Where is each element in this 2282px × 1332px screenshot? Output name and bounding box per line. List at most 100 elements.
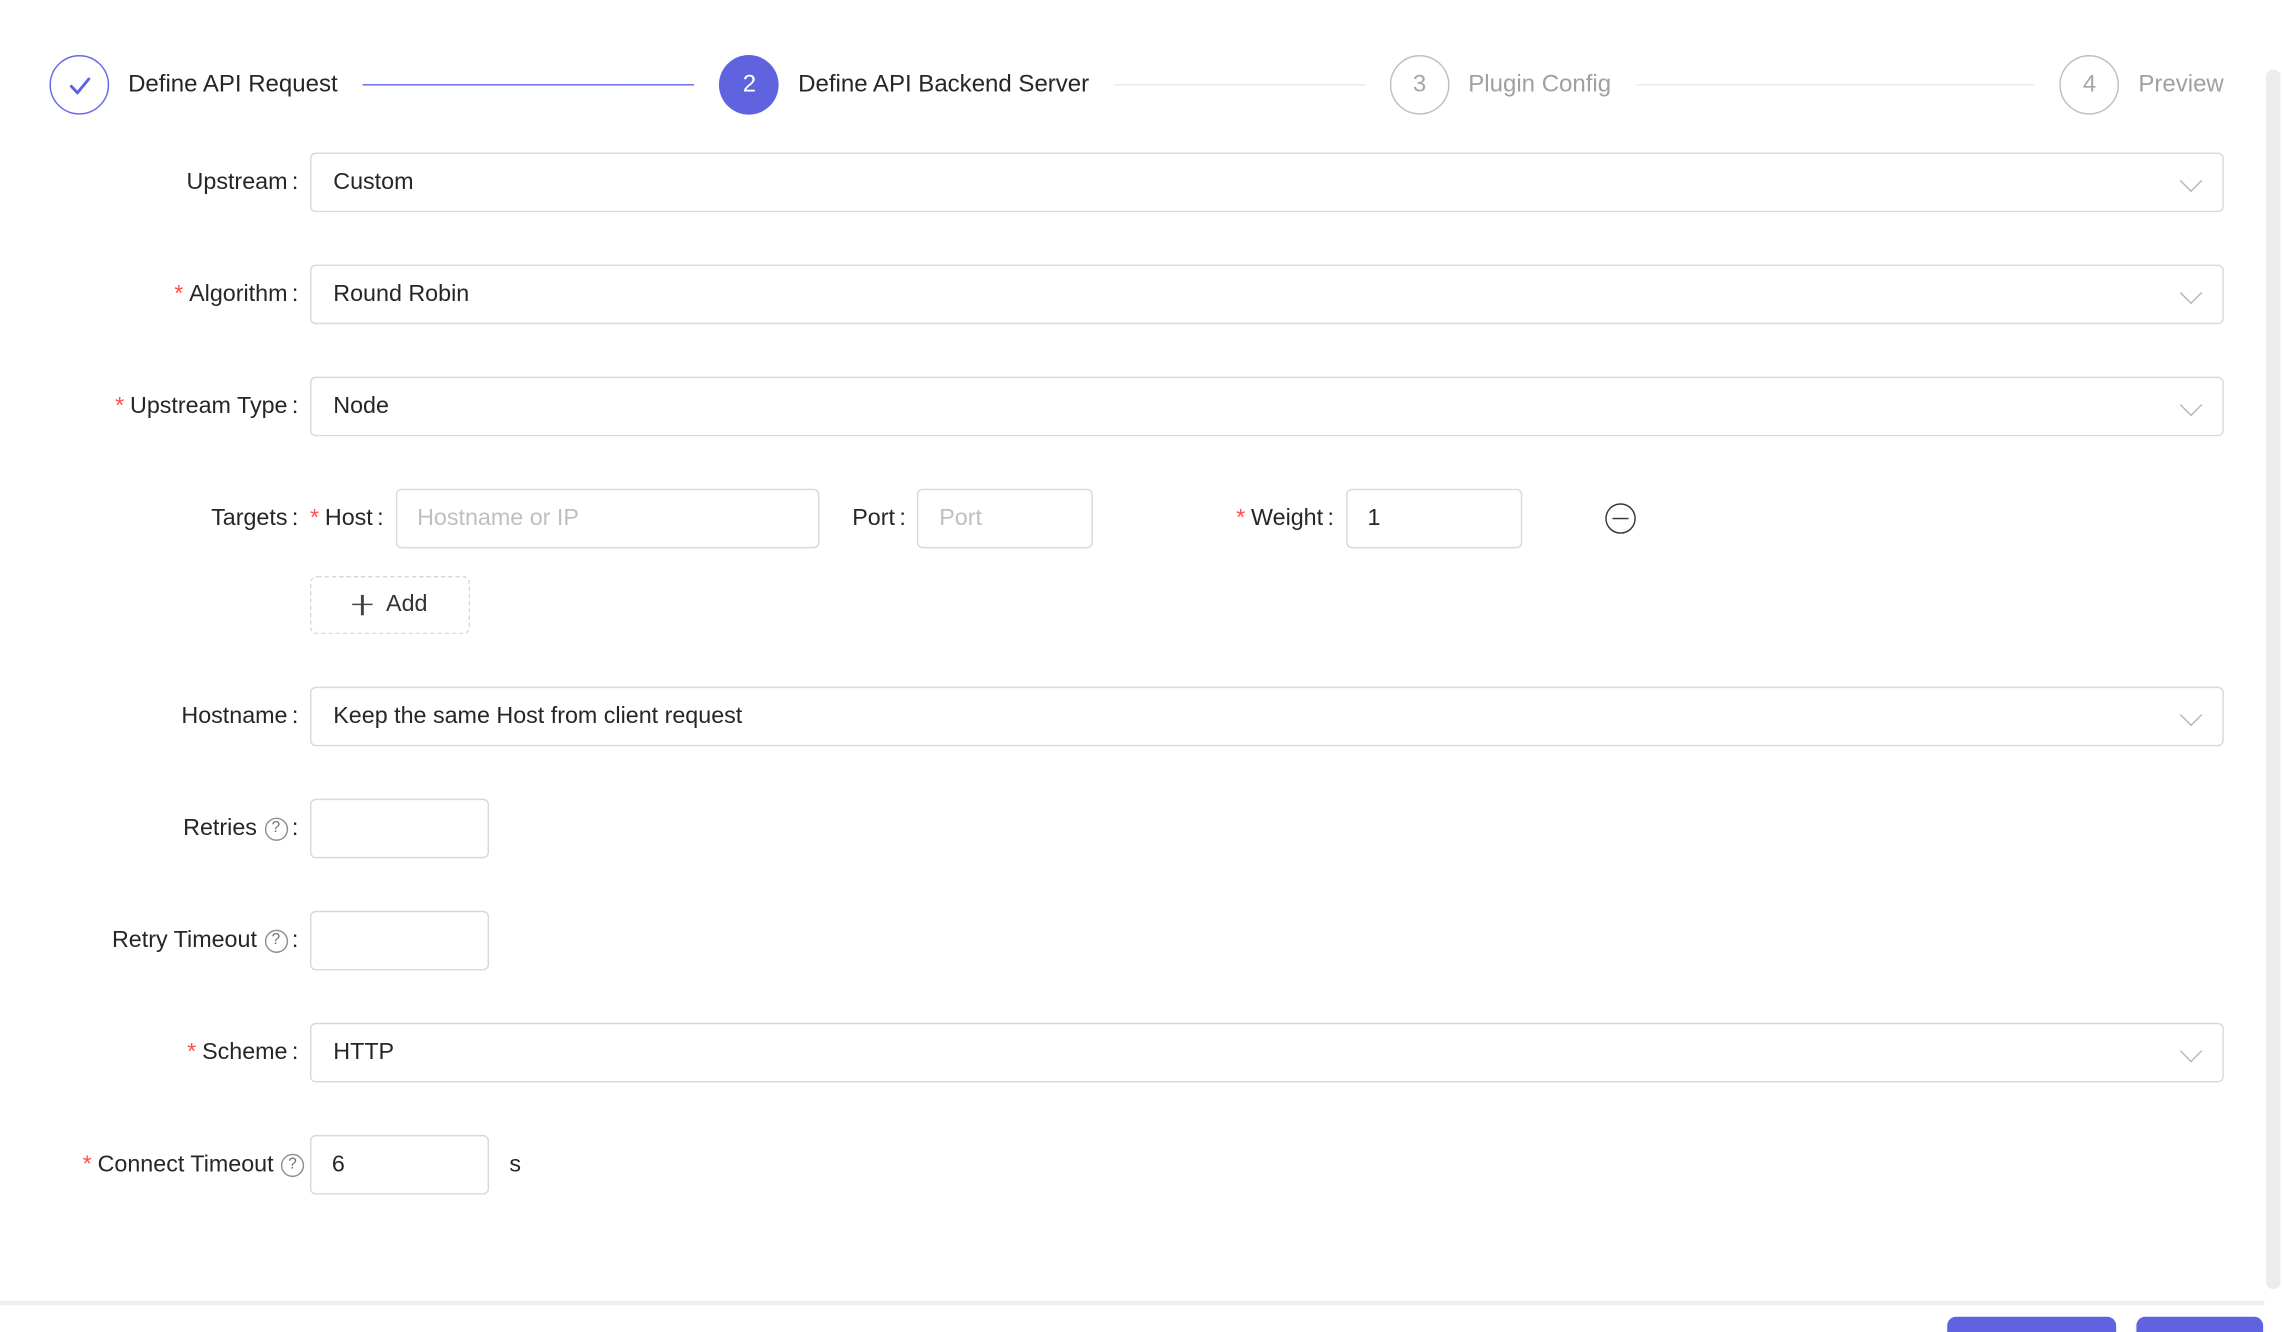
label-text: Upstream — [186, 169, 288, 194]
plus-icon — [352, 594, 373, 615]
label-text: Retry Timeout — [111, 927, 257, 953]
colon — [287, 505, 309, 531]
step-number: 4 — [2059, 55, 2120, 115]
help-icon[interactable] — [280, 1153, 305, 1177]
step-number: 3 — [1389, 55, 1450, 115]
required-asterisk — [1236, 505, 1251, 531]
scheme-select-value: HTTP — [333, 1039, 395, 1065]
step-define-api-request: Define API Request — [49, 55, 719, 115]
help-icon[interactable] — [264, 816, 288, 841]
colon — [1323, 505, 1345, 531]
label-text: Weight — [1251, 505, 1324, 531]
required-asterisk — [174, 281, 189, 307]
step-define-api-backend-server: 2 Define API Backend Server — [719, 55, 1390, 115]
check-icon — [69, 76, 90, 94]
targets-row: Targets Host Port Weight — [0, 488, 2224, 549]
next-button[interactable]: Next — [2136, 1316, 2264, 1332]
backend-server-form: Upstream Custom Algorithm Round Robin — [0, 152, 2282, 1195]
upstream-type-label: Upstream Type — [0, 393, 310, 419]
upstream-select-value: Custom — [333, 169, 414, 194]
help-icon[interactable] — [264, 928, 288, 953]
retries-input[interactable] — [309, 798, 489, 859]
hostname-row: Hostname Keep the same Host from client … — [0, 686, 2224, 747]
step-number: 2 — [719, 55, 780, 115]
port-label: Port — [852, 505, 917, 531]
step-preview: 4 Preview — [2059, 55, 2224, 115]
upstream-type-select-value: Node — [333, 393, 389, 419]
label-text: Port — [852, 505, 895, 531]
step-title: Define API Request — [128, 71, 338, 98]
retry-timeout-input[interactable] — [309, 910, 489, 971]
retry-timeout-row: Retry Timeout — [0, 910, 2224, 971]
step-connector — [362, 83, 695, 86]
step-title: Plugin Config — [1468, 71, 1612, 98]
colon — [287, 393, 309, 419]
steps-bar: Define API Request 2 Define API Backend … — [49, 55, 2224, 115]
step-finished-circle — [49, 55, 110, 115]
weight-label: Weight — [1236, 505, 1345, 531]
label-text: Hostname — [181, 703, 288, 729]
connect-timeout-input[interactable] — [309, 1134, 489, 1195]
scheme-label: Scheme — [0, 1040, 310, 1066]
colon — [373, 505, 395, 531]
upstream-type-select[interactable]: Node — [309, 376, 2224, 437]
required-asterisk — [83, 1152, 98, 1178]
algorithm-select-value: Round Robin — [333, 281, 470, 307]
targets-label: Targets — [0, 505, 310, 531]
scheme-select[interactable]: HTTP — [309, 1022, 2224, 1083]
colon — [287, 1040, 309, 1066]
hostname-label: Hostname — [0, 703, 310, 729]
colon — [287, 703, 309, 729]
weight-input[interactable] — [1345, 488, 1522, 549]
colon — [287, 815, 309, 841]
required-asterisk — [310, 505, 325, 531]
retry-timeout-label: Retry Timeout — [0, 927, 310, 953]
step-connector — [1113, 83, 1365, 86]
previous-button[interactable]: Previous — [1947, 1316, 2117, 1332]
chevron-down-icon — [2179, 281, 2203, 305]
chevron-down-icon — [2179, 1039, 2203, 1063]
algorithm-select[interactable]: Round Robin — [309, 264, 2224, 325]
scrollbar-thumb[interactable] — [2265, 69, 2281, 1290]
upstream-row: Upstream Custom — [0, 152, 2224, 213]
add-button-label: Add — [386, 591, 428, 617]
required-asterisk — [187, 1040, 202, 1066]
create-route-wizard-page: Define API Request 2 Define API Backend … — [0, 55, 2282, 1332]
step-title: Define API Backend Server — [798, 71, 1090, 98]
retries-label: Retries — [0, 815, 310, 841]
required-asterisk — [115, 393, 130, 419]
upstream-label: Upstream — [0, 169, 310, 195]
colon — [287, 927, 309, 953]
connect-timeout-label: Connect Timeout — [0, 1152, 310, 1178]
hostname-select[interactable]: Keep the same Host from client request — [309, 686, 2224, 747]
step-plugin-config: 3 Plugin Config — [1389, 55, 2060, 115]
host-label: Host — [310, 505, 395, 531]
retries-row: Retries — [0, 798, 2224, 859]
algorithm-label: Algorithm — [0, 281, 310, 307]
unit-seconds: s — [509, 1151, 522, 1177]
label-text: Retries — [183, 815, 257, 841]
chevron-down-icon — [2179, 169, 2203, 193]
add-target-button[interactable]: Add — [309, 575, 471, 634]
chevron-down-icon — [2179, 393, 2203, 417]
upstream-type-row: Upstream Type Node — [0, 376, 2224, 437]
footer-divider — [0, 1300, 2265, 1305]
scheme-row: Scheme HTTP — [0, 1022, 2224, 1083]
label-text: Targets — [211, 505, 288, 531]
upstream-select[interactable]: Custom — [309, 152, 2224, 213]
colon — [287, 281, 309, 307]
colon — [287, 169, 309, 195]
label-text: Connect Timeout — [97, 1151, 274, 1177]
label-text: Algorithm — [189, 281, 288, 307]
label-text: Upstream Type — [130, 393, 288, 419]
add-target-row: Add — [0, 575, 2224, 635]
host-input[interactable] — [395, 488, 819, 549]
label-text: Scheme — [202, 1039, 288, 1065]
hostname-select-value: Keep the same Host from client request — [333, 703, 743, 729]
label-text: Host — [324, 505, 373, 531]
step-connector — [1635, 83, 2036, 86]
minus-circle-icon[interactable] — [1604, 503, 1636, 534]
connect-timeout-row: Connect Timeout s — [0, 1134, 2224, 1195]
port-input[interactable] — [917, 488, 1094, 549]
colon — [895, 505, 917, 531]
